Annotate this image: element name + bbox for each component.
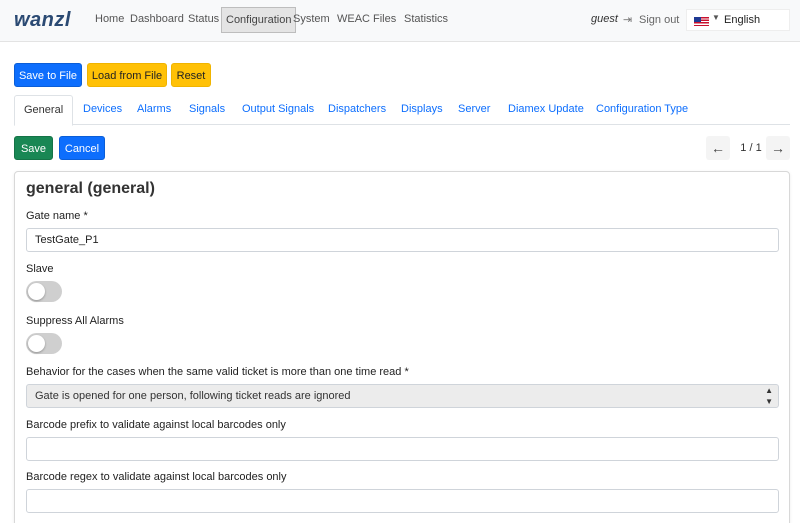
- chevron-down-icon: ▼: [712, 13, 720, 22]
- barcode-regex-label: Barcode regex to validate against local …: [26, 471, 287, 483]
- sign-out-icon: ⇥: [623, 14, 633, 26]
- wanzl-logo[interactable]: wanzl: [14, 9, 71, 32]
- load-from-file-button[interactable]: Load from File: [87, 63, 167, 87]
- barcode-prefix-input[interactable]: [26, 437, 779, 461]
- previous-page-button[interactable]: ←: [706, 136, 730, 160]
- next-page-button[interactable]: →: [766, 136, 790, 160]
- page-indicator: 1 / 1: [740, 142, 762, 154]
- behavior-label: Behavior for the cases when the same val…: [26, 366, 409, 378]
- suppress-alarms-label: Suppress All Alarms: [26, 315, 124, 327]
- tab-diamex-update[interactable]: Diamex Update: [508, 103, 584, 115]
- arrow-right-icon: →: [771, 140, 785, 156]
- behavior-select[interactable]: Gate is opened for one person, following…: [26, 384, 779, 408]
- toggle-knob: [28, 283, 45, 300]
- nav-weac[interactable]: WEAC: [337, 13, 370, 25]
- nav-statistics[interactable]: Statistics: [404, 13, 448, 25]
- tab-configuration-type[interactable]: Configuration Type: [596, 103, 688, 115]
- language-selector[interactable]: ▼ English: [686, 9, 790, 31]
- barcode-regex-input[interactable]: [26, 489, 779, 513]
- nav-status[interactable]: Status: [188, 13, 219, 25]
- language-label: English: [724, 14, 761, 26]
- top-navbar: wanzl Home Dashboard Status Configuratio…: [0, 0, 800, 42]
- cancel-button[interactable]: Cancel: [59, 136, 105, 160]
- sign-out-label: Sign out: [639, 14, 680, 26]
- tab-dispatchers[interactable]: Dispatchers: [328, 103, 386, 115]
- slave-toggle[interactable]: [26, 281, 62, 302]
- tab-general[interactable]: General: [14, 95, 74, 126]
- save-button[interactable]: Save: [14, 136, 53, 160]
- sign-out-link[interactable]: ⇥ Sign out: [623, 13, 679, 26]
- reset-button[interactable]: Reset: [171, 63, 211, 87]
- tab-displays[interactable]: Displays: [401, 103, 443, 115]
- current-user: guest: [591, 13, 618, 25]
- us-flag-icon: [694, 17, 709, 26]
- barcode-prefix-label: Barcode prefix to validate against local…: [26, 419, 286, 431]
- select-arrows-icon: ▲ ▼: [765, 386, 773, 406]
- config-tabs: General Devices Alarms Signals Output Si…: [14, 95, 790, 126]
- nav-configuration[interactable]: Configuration: [221, 7, 297, 33]
- nav-system[interactable]: System: [293, 13, 330, 25]
- tab-alarms[interactable]: Alarms: [137, 103, 171, 115]
- arrow-left-icon: ←: [711, 140, 725, 156]
- slave-label: Slave: [26, 263, 54, 275]
- tab-output-signals[interactable]: Output Signals: [242, 103, 314, 115]
- nav-files[interactable]: Files: [373, 13, 396, 25]
- nav-home[interactable]: Home: [95, 13, 124, 25]
- tab-server[interactable]: Server: [458, 103, 490, 115]
- save-to-file-button[interactable]: Save to File: [14, 63, 82, 87]
- nav-dashboard[interactable]: Dashboard: [130, 13, 184, 25]
- toggle-knob: [28, 335, 45, 352]
- tab-signals[interactable]: Signals: [189, 103, 225, 115]
- behavior-selected-value: Gate is opened for one person, following…: [35, 390, 351, 402]
- card-title: general (general): [26, 180, 155, 197]
- gate-name-label: Gate name *: [26, 210, 88, 222]
- tab-devices[interactable]: Devices: [83, 103, 122, 115]
- gate-name-input[interactable]: [26, 228, 779, 252]
- suppress-alarms-toggle[interactable]: [26, 333, 62, 354]
